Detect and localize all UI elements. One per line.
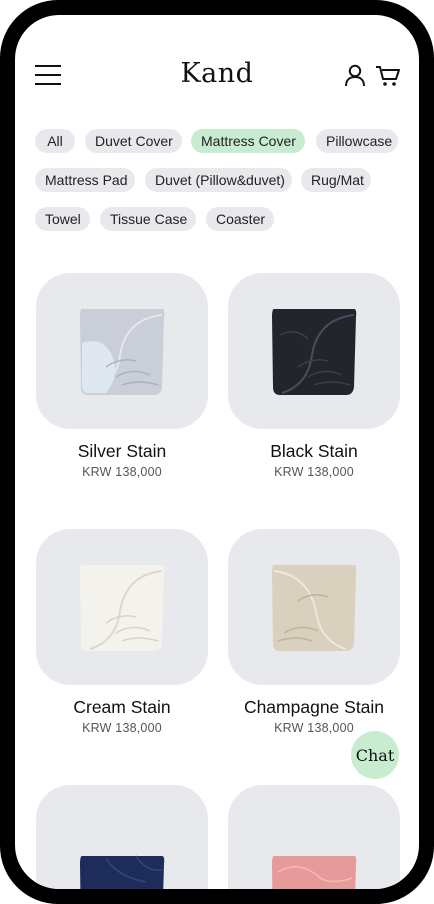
folded-sheet-icon (272, 856, 357, 889)
product-name: Cream Stain (73, 697, 171, 717)
category-chip-duvet-cover[interactable]: Duvet Cover (85, 129, 182, 153)
category-chip-tissue-case[interactable]: Tissue Case (100, 207, 196, 231)
product-card-black-stain[interactable]: Black Stain KRW 138,000 (228, 273, 400, 479)
category-chip-mattress-cover[interactable]: Mattress Cover (191, 129, 305, 153)
product-name: Champagne Stain (243, 697, 385, 717)
cart-button[interactable] (375, 64, 401, 88)
product-name: Black Stain (270, 441, 358, 461)
category-chip-towel[interactable]: Towel (35, 207, 90, 231)
product-card-pink[interactable] (228, 785, 400, 889)
product-image (228, 273, 400, 429)
cart-icon (376, 66, 400, 86)
product-image (36, 273, 208, 429)
product-image (228, 529, 400, 685)
category-chip-pillowcase[interactable]: Pillowcase (316, 129, 398, 153)
product-price: KRW 138,000 (82, 465, 162, 479)
folded-sheet-icon (272, 565, 357, 651)
folded-sheet-icon (272, 309, 357, 395)
product-price: KRW 138,000 (82, 721, 162, 735)
category-chip-rug-mat[interactable]: Rug/Mat (301, 168, 371, 192)
user-icon (345, 64, 365, 87)
app-screen: Kand All Duvet Cover Mattress Cover Pill… (15, 15, 419, 889)
category-chip-coaster[interactable]: Coaster (206, 207, 274, 231)
chat-button[interactable]: Chat (351, 731, 399, 779)
product-image (228, 785, 400, 889)
device-frame: Kand All Duvet Cover Mattress Cover Pill… (0, 0, 434, 904)
folded-sheet-icon (80, 565, 165, 651)
folded-sheet-icon (80, 855, 165, 889)
product-card-silver-stain[interactable]: Silver Stain KRW 138,000 (36, 273, 208, 479)
category-chip-all[interactable]: All (35, 129, 75, 153)
app-header: Kand (15, 15, 419, 125)
product-price: KRW 138,000 (274, 465, 354, 479)
product-card-cream-stain[interactable]: Cream Stain KRW 138,000 (36, 529, 208, 735)
product-card-champagne-stain[interactable]: Champagne Stain KRW 138,000 (228, 529, 400, 735)
product-image (36, 785, 208, 889)
folded-sheet-icon (80, 309, 165, 395)
product-card-navy[interactable] (36, 785, 208, 889)
category-chip-mattress-pad[interactable]: Mattress Pad (35, 168, 135, 192)
product-image (36, 529, 208, 685)
product-name: Silver Stain (77, 441, 167, 461)
account-button[interactable] (344, 64, 366, 88)
category-chip-duvet-pillow[interactable]: Duvet (Pillow&duvet) (145, 168, 292, 192)
